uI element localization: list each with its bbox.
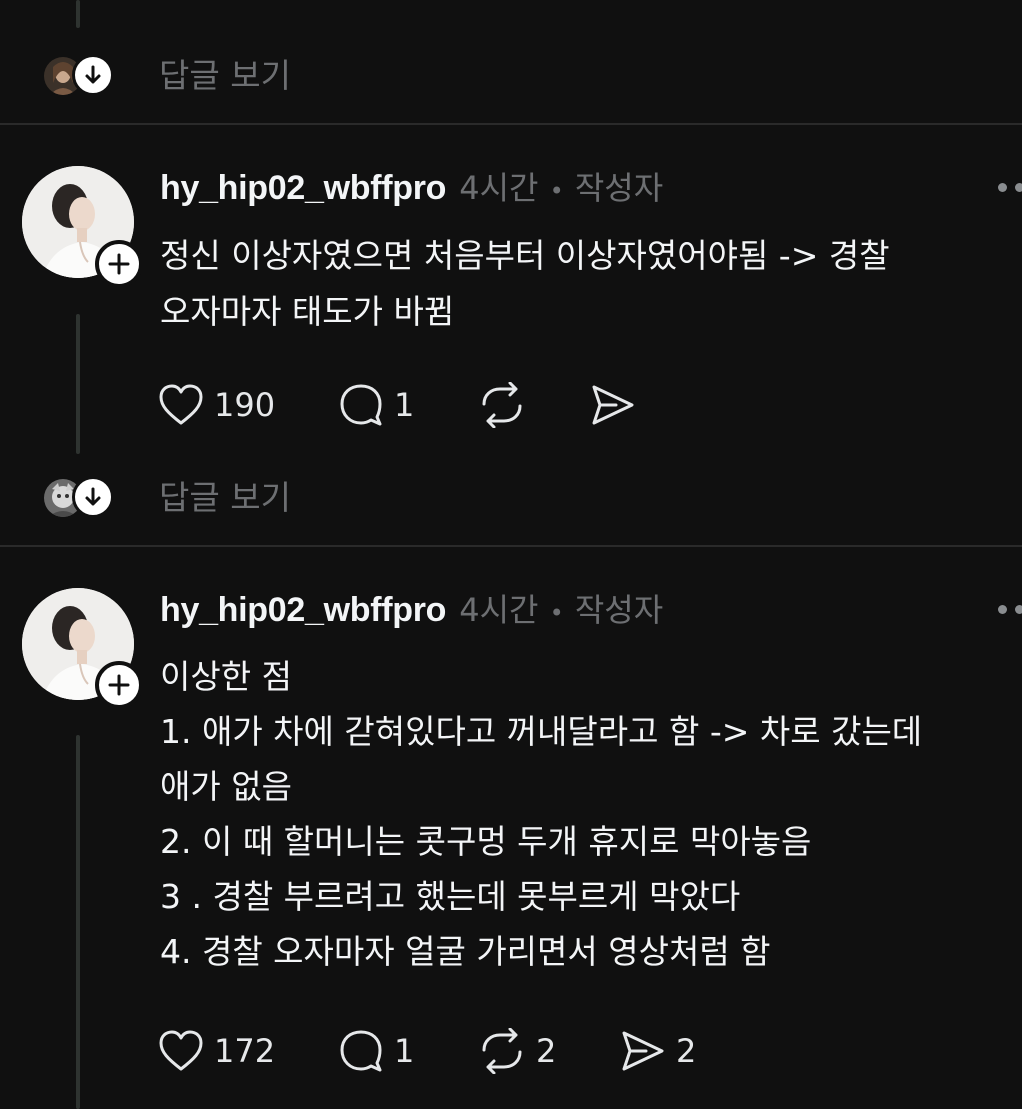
comment-line: 이상한 점: [160, 657, 292, 696]
username[interactable]: hy_hip02_wbffpro: [160, 591, 446, 629]
reply-button[interactable]: 1: [338, 1026, 414, 1076]
reply-count: 1: [394, 1032, 415, 1070]
send-icon: [592, 385, 634, 425]
comment-text: 이상한 점 1. 애가 차에 갇혀있다고 꺼내달라고 함 -> 차로 갔는데 애…: [160, 650, 1005, 979]
arrow-down-icon: [72, 476, 114, 518]
share-count: 2: [676, 1032, 697, 1070]
thread-line: [76, 0, 80, 28]
view-replies-label: 답글 보기: [159, 478, 291, 517]
divider: [0, 545, 1022, 547]
author-badge: 작성자: [574, 591, 664, 629]
action-bar: 190 1: [158, 380, 758, 430]
follow-plus-button[interactable]: [95, 240, 143, 288]
share-button[interactable]: [590, 380, 646, 430]
heart-icon: [159, 1030, 203, 1071]
divider: [0, 123, 1022, 125]
share-button[interactable]: 2: [620, 1026, 696, 1076]
view-replies-label: 답글 보기: [159, 56, 291, 95]
plus-icon: [108, 253, 130, 275]
like-button[interactable]: 190: [158, 380, 275, 430]
timestamp: 4시간: [459, 591, 539, 629]
like-button[interactable]: 172: [158, 1026, 275, 1076]
like-count: 172: [214, 1032, 276, 1070]
comment-line: 2. 이 때 할머니는 콧구멍 두개 휴지로 막아놓음: [160, 822, 812, 861]
comment-text: 정신 이상자였으면 처음부터 이상자였어야됨 -> 경찰 오자마자 태도가 바뀜: [160, 229, 1005, 339]
reply-count: 1: [394, 386, 415, 424]
comment-line: 오자마자 태도가 바뀜: [160, 292, 455, 331]
comment-line: 정신 이상자였으면 처음부터 이상자였어야됨 -> 경찰: [160, 236, 890, 275]
author-badge: 작성자: [574, 169, 664, 207]
comment-line: 1. 애가 차에 갇혀있다고 꺼내달라고 함 -> 차로 갔는데: [160, 712, 923, 751]
thread-line: [76, 314, 80, 454]
repost-icon: [482, 1028, 522, 1074]
repost-button[interactable]: 2: [478, 1026, 556, 1076]
username[interactable]: hy_hip02_wbffpro: [160, 169, 446, 207]
like-count: 190: [214, 386, 276, 424]
follow-plus-button[interactable]: [95, 661, 143, 709]
repost-button[interactable]: [478, 380, 536, 430]
repost-count: 2: [536, 1032, 557, 1070]
comment-bubble-icon: [340, 384, 382, 426]
view-replies-row[interactable]: 답글 보기: [44, 475, 444, 521]
thread-line: [76, 735, 80, 1109]
comment-bubble-icon: [340, 1030, 382, 1072]
previous-actions-partial: [158, 0, 658, 4]
comment-header: hy_hip02_wbffpro 4시간 • 작성자: [160, 588, 663, 632]
timestamp: 4시간: [459, 169, 539, 207]
action-bar: 172 1 2 2: [158, 1026, 758, 1076]
comment-line: 3 . 경찰 부르려고 했는데 못부르게 막았다: [160, 877, 741, 916]
meta-separator: •: [549, 177, 564, 205]
arrow-down-icon: [72, 54, 114, 96]
view-replies-row[interactable]: 답글 보기: [44, 53, 444, 99]
reply-button[interactable]: 1: [338, 380, 414, 430]
comment-line: 4. 경찰 오자마자 얼굴 가리면서 영상처럼 함: [160, 932, 771, 971]
comment-line: 애가 없음: [160, 767, 292, 806]
plus-icon: [108, 674, 130, 696]
send-icon: [622, 1031, 664, 1071]
more-dots-icon[interactable]: [998, 183, 1022, 193]
repost-icon: [482, 382, 522, 428]
meta-separator: •: [549, 599, 564, 627]
comment-header: hy_hip02_wbffpro 4시간 • 작성자: [160, 166, 663, 210]
more-dots-icon[interactable]: [998, 605, 1022, 615]
heart-icon: [159, 384, 203, 425]
